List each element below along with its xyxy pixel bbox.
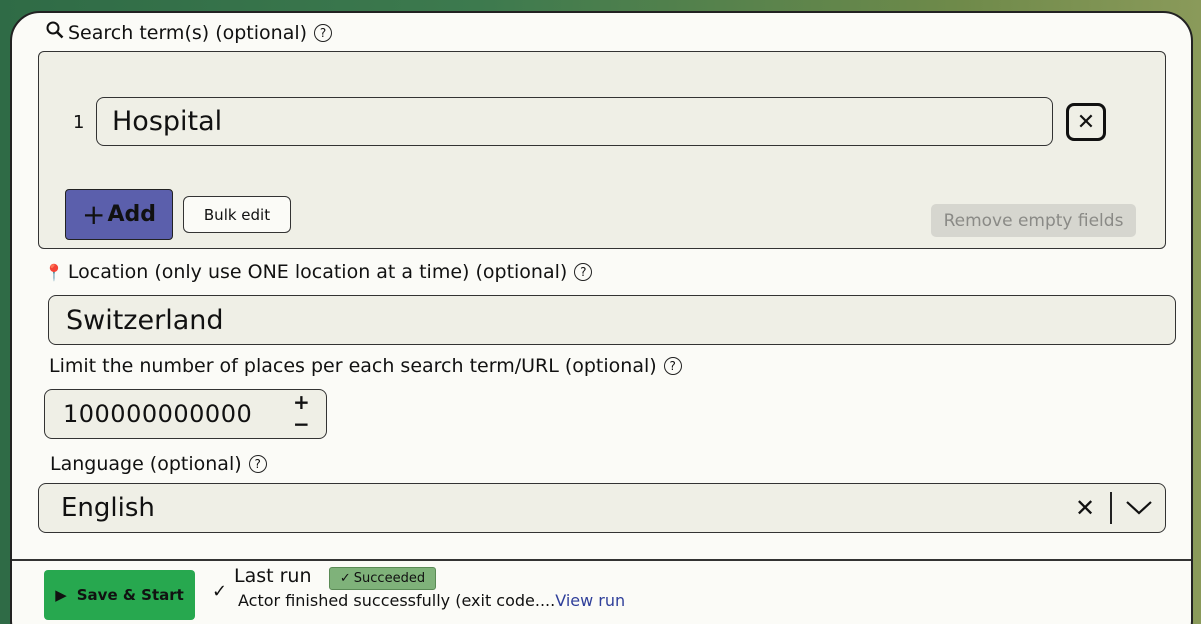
- input-form-panel: Search term(s) (optional) ? 1 Hospital ✕…: [10, 11, 1193, 624]
- status-badge: ✓ Succeeded: [329, 567, 436, 590]
- location-label-row: 📍 Location (only use ONE location at a t…: [44, 261, 593, 283]
- close-icon: ✕: [1076, 109, 1096, 135]
- footer-divider: [12, 559, 1191, 561]
- decrement-icon[interactable]: −: [293, 414, 310, 434]
- limit-stepper[interactable]: 100000000000 + −: [44, 389, 327, 439]
- limit-label: Limit the number of places per each sear…: [49, 355, 657, 377]
- save-start-button[interactable]: ▶ Save & Start: [44, 570, 195, 620]
- language-value: English: [61, 493, 155, 523]
- play-icon: ▶: [55, 586, 67, 604]
- location-pin-icon: 📍: [44, 262, 64, 282]
- run-message-text: Actor finished successfully (exit code..…: [238, 591, 556, 610]
- check-icon: ✓: [212, 581, 228, 602]
- select-divider: [1110, 492, 1112, 524]
- save-start-label: Save & Start: [76, 586, 184, 604]
- chevron-down-icon[interactable]: [1125, 497, 1153, 521]
- add-label: Add: [107, 202, 156, 227]
- language-label-row: Language (optional) ?: [50, 453, 267, 475]
- check-icon: ✓: [339, 571, 351, 586]
- help-icon[interactable]: ?: [314, 23, 333, 42]
- run-message: Actor finished successfully (exit code..…: [238, 591, 625, 610]
- search-term-input[interactable]: Hospital: [96, 97, 1053, 146]
- search-icon: [46, 21, 64, 44]
- increment-icon[interactable]: +: [293, 392, 310, 412]
- clear-icon[interactable]: ✕: [1075, 494, 1095, 522]
- search-terms-label-row: Search term(s) (optional) ?: [46, 21, 333, 44]
- language-select[interactable]: English ✕: [38, 483, 1166, 533]
- search-terms-label: Search term(s) (optional): [68, 21, 308, 44]
- limit-label-row: Limit the number of places per each sear…: [49, 355, 682, 377]
- limit-value: 100000000000: [63, 400, 253, 428]
- search-terms-box: 1 Hospital ✕ + Add Bulk edit Remove empt…: [38, 51, 1166, 249]
- location-input[interactable]: Switzerland: [48, 295, 1176, 345]
- help-icon[interactable]: ?: [248, 455, 267, 473]
- help-icon[interactable]: ?: [574, 263, 593, 281]
- remove-term-button[interactable]: ✕: [1066, 103, 1106, 141]
- remove-empty-fields-button[interactable]: Remove empty fields: [931, 204, 1136, 237]
- bulk-edit-button[interactable]: Bulk edit: [183, 196, 291, 233]
- status-text: Succeeded: [353, 571, 426, 586]
- plus-icon: +: [82, 198, 106, 231]
- location-label: Location (only use ONE location at a tim…: [67, 261, 568, 283]
- help-icon[interactable]: ?: [663, 357, 682, 375]
- view-run-link[interactable]: View run: [555, 591, 625, 610]
- add-term-button[interactable]: + Add: [65, 189, 173, 240]
- term-index: 1: [73, 112, 85, 133]
- language-label: Language (optional): [50, 453, 242, 475]
- last-run-label: Last run: [234, 565, 312, 587]
